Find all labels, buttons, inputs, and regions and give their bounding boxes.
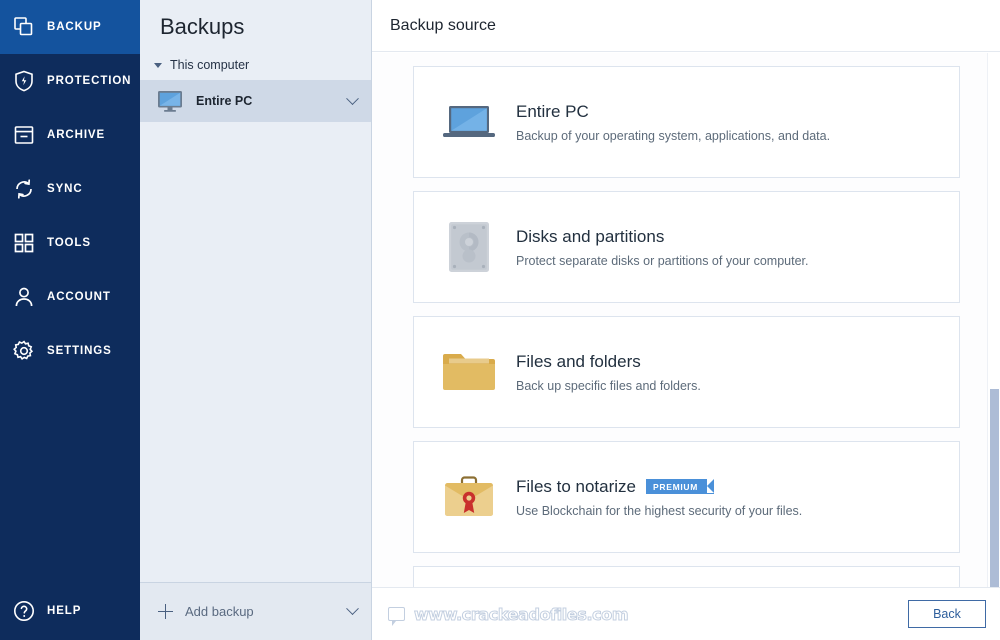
status-badge-premium: PREMIUM (646, 479, 715, 494)
scrollbar-thumb[interactable] (990, 389, 999, 587)
page-title: Backup source (390, 16, 496, 34)
chevron-down-icon[interactable] (346, 91, 359, 105)
card-files-and-folders[interactable]: Files and folders Back up specific files… (413, 316, 960, 428)
sync-arrows-icon (11, 176, 37, 202)
speech-bubble-icon (388, 607, 405, 626)
card-title: Files to notarize (516, 476, 636, 496)
grid-squares-icon (11, 230, 37, 256)
sidebar-item-backup[interactable]: BACKUP (0, 0, 140, 54)
card-description: Backup of your operating system, applica… (516, 128, 831, 143)
sidebar-item-label: SYNC (47, 183, 83, 195)
add-backup-label: Add backup (185, 604, 254, 619)
sidebar-nav-list: BACKUP PROTECTION ARCHIVE SYNC TOOLS ACC… (0, 0, 140, 378)
caret-down-icon (154, 62, 162, 68)
card-files-to-notarize[interactable]: Files to notarize PREMIUM Use Blockchain… (413, 441, 960, 553)
sidebar-item-label: ARCHIVE (47, 129, 106, 141)
archive-box-icon (11, 122, 37, 148)
card-title: Files and folders (516, 351, 641, 371)
shield-bolt-icon (11, 68, 37, 94)
card-entire-pc[interactable]: Entire PC Backup of your operating syste… (413, 66, 960, 178)
card-body: Entire PC Backup of your operating syste… (516, 102, 959, 143)
main-header: Backup source (372, 0, 1000, 52)
vertical-scrollbar[interactable] (987, 53, 1000, 587)
sidebar-item-protection[interactable]: PROTECTION (0, 54, 140, 108)
sidebar-item-account[interactable]: ACCOUNT (0, 270, 140, 324)
sidebar-item-sync[interactable]: SYNC (0, 162, 140, 216)
card-description: Use Blockchain for the highest security … (516, 503, 803, 518)
monitor-icon (156, 89, 184, 113)
panel-title: Backups (160, 14, 245, 39)
application-window: BACKUP PROTECTION ARCHIVE SYNC TOOLS ACC… (0, 0, 1000, 640)
sidebar-item-archive[interactable]: ARCHIVE (0, 108, 140, 162)
backups-list-panel: Backups This computer Entire PC Add back… (140, 0, 372, 640)
sidebar-item-label: SETTINGS (47, 345, 112, 357)
card-title-row: Files to notarize PREMIUM (516, 477, 959, 497)
footer-bar: www.crackeadofiles.com Back (372, 587, 1000, 640)
card-body: Files and folders Back up specific files… (516, 352, 959, 393)
sidebar-item-settings[interactable]: SETTINGS (0, 324, 140, 378)
back-button[interactable]: Back (908, 600, 986, 628)
backup-list-item-entire-pc[interactable]: Entire PC (140, 80, 371, 122)
card-disks-and-partitions[interactable]: Disks and partitions Protect separate di… (413, 191, 960, 303)
briefcase-seal-icon (436, 474, 502, 520)
group-this-computer[interactable]: This computer (140, 40, 371, 72)
card-title-row: Disks and partitions (516, 227, 959, 247)
primary-sidebar: BACKUP PROTECTION ARCHIVE SYNC TOOLS ACC… (0, 0, 140, 640)
card-title: Disks and partitions (516, 226, 665, 246)
watermark-text: www.crackeadofiles.com (414, 604, 629, 624)
add-backup-button[interactable]: Add backup (140, 582, 371, 640)
card-title: Entire PC (516, 101, 589, 121)
sidebar-item-label: ACCOUNT (47, 291, 111, 303)
folder-icon (436, 350, 502, 394)
sidebar-item-help[interactable]: HELP (0, 582, 140, 640)
main-content: Backup source Entire PC Backup of your o… (372, 0, 1000, 640)
card-title-row: Entire PC (516, 102, 959, 122)
card-body: Disks and partitions Protect separate di… (516, 227, 959, 268)
backup-list-item-label: Entire PC (196, 94, 253, 108)
card-title-row: Files and folders (516, 352, 959, 372)
chevron-down-icon[interactable] (346, 602, 359, 616)
backup-source-scroll-area[interactable]: Entire PC Backup of your operating syste… (372, 53, 1000, 587)
backup-source-card-list: Entire PC Backup of your operating syste… (372, 53, 1000, 587)
card-description: Back up specific files and folders. (516, 378, 701, 393)
card-body: Files to notarize PREMIUM Use Blockchain… (516, 477, 959, 518)
plus-icon (158, 604, 173, 619)
sidebar-help-label: HELP (47, 605, 82, 617)
card-maize[interactable]: MAIZE (413, 566, 960, 587)
laptop-icon (436, 102, 502, 142)
group-label: This computer (170, 58, 250, 72)
card-description: Protect separate disks or partitions of … (516, 253, 809, 268)
sidebar-item-label: BACKUP (47, 21, 102, 33)
person-icon (11, 284, 37, 310)
question-circle-icon (11, 598, 37, 624)
backup-copies-icon (11, 14, 37, 40)
sidebar-item-label: TOOLS (47, 237, 91, 249)
sidebar-item-label: PROTECTION (47, 75, 132, 87)
gear-icon (11, 338, 37, 364)
sidebar-item-tools[interactable]: TOOLS (0, 216, 140, 270)
hard-disk-icon (436, 220, 502, 274)
